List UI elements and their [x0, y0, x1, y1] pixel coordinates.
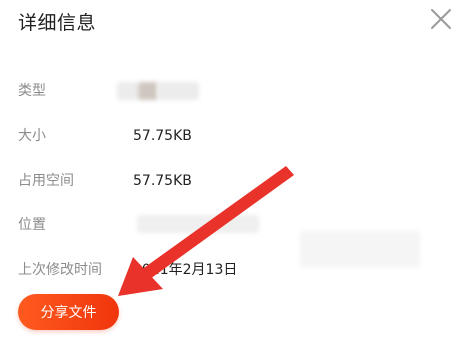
size-label: 大小 — [18, 128, 46, 144]
close-icon — [431, 9, 451, 29]
type-value-redacted-tail — [157, 82, 199, 100]
detail-row-disk-usage: 占用空间 57.75KB — [0, 169, 461, 193]
detail-row-location: 位置 — [0, 213, 461, 267]
location-value-redacted — [137, 215, 259, 233]
detail-row-type: 类型 — [0, 79, 461, 103]
dialog-title: 详细信息 — [18, 12, 97, 34]
file-details-dialog: 详细信息 类型 大小 57.75KB 占用空间 57.75KB 位置 上次修改时… — [0, 0, 461, 340]
disk-usage-label: 占用空间 — [18, 173, 74, 189]
disk-usage-value: 57.75KB — [133, 173, 192, 189]
share-file-button[interactable]: 分享文件 — [18, 294, 119, 330]
size-value: 57.75KB — [133, 128, 192, 144]
location-label: 位置 — [18, 217, 46, 233]
type-value-redacted — [117, 82, 139, 100]
type-value-redacted-dark — [138, 82, 158, 100]
type-label: 类型 — [18, 83, 46, 99]
modified-time-label: 上次修改时间 — [18, 262, 102, 278]
detail-row-size: 大小 57.75KB — [0, 124, 461, 148]
detail-row-modified-time: 上次修改时间 2021年2月13日 — [0, 258, 461, 282]
close-button[interactable] — [429, 7, 453, 31]
modified-time-value: 2021年2月13日 — [133, 262, 238, 278]
